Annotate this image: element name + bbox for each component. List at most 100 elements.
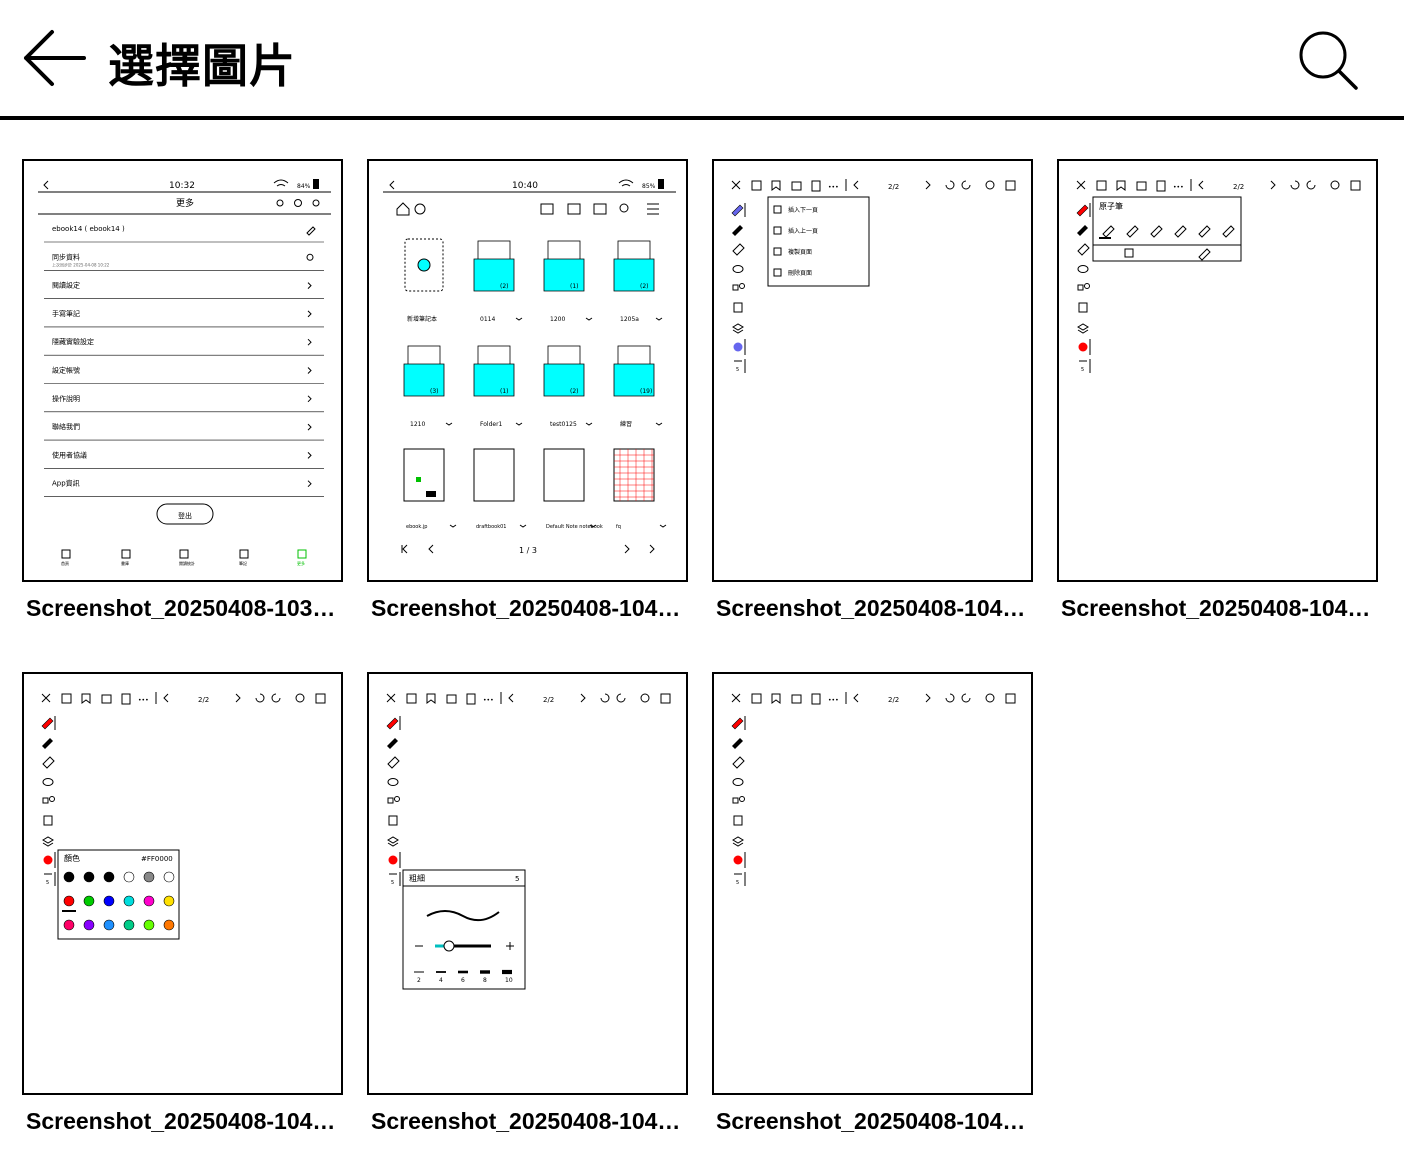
layout-icon [1005, 693, 1016, 704]
menu-icon [647, 203, 659, 215]
image-thumbnail[interactable]: ••• 2/2 5 插入下一頁 插入上一頁 複製頁面 刪除頁面 [712, 159, 1033, 582]
thumbnail-caption: Screenshot_20250408-103… [26, 595, 336, 621]
settings-row-label: 手寫筆記 [52, 309, 80, 318]
first-page-icon [401, 544, 408, 554]
image-thumbnail[interactable]: ••• 2/2 5 粗細 5 2 4 6 8 10 [367, 672, 688, 1095]
prev-page-icon [428, 544, 434, 554]
more-icon: ••• [483, 697, 494, 704]
sync-icon [1330, 180, 1340, 190]
nav-icon [297, 549, 307, 559]
color-swatch [143, 895, 155, 907]
export-icon [446, 694, 457, 704]
layers-icon [42, 836, 54, 847]
color-dot-icon [733, 855, 743, 865]
chevron-down-icon [585, 317, 593, 321]
thumbnail-preview: 10:32 84% 更多 ebook14 ( ebook14 ) 同步資料上次同步… [38, 179, 331, 566]
pen-icon [731, 204, 744, 217]
lasso-icon [732, 778, 744, 786]
sync-icon [640, 693, 650, 703]
nav-label: 筆記 [239, 560, 247, 566]
more-icon: ••• [828, 184, 839, 191]
folder-count: (1) [500, 388, 509, 395]
page-menu [767, 196, 870, 287]
image-thumbnail[interactable]: 10:32 84% 更多 ebook14 ( ebook14 ) 同步資料 上次同步… [22, 159, 343, 582]
close-icon [731, 180, 741, 190]
sync-icon [276, 199, 284, 207]
new-folder-icon [567, 203, 581, 215]
folder-count: (1) [570, 283, 579, 290]
thumbnail-caption: Screenshot_20250408-104… [1061, 595, 1371, 621]
color-swatch [123, 919, 135, 931]
color-hex: #FF0000 [141, 855, 173, 863]
undo-icon [1290, 180, 1300, 190]
chevron-right-icon [307, 338, 312, 346]
import-icon [593, 203, 607, 215]
settings-row-label: 聯絡我們 [52, 422, 80, 431]
size-option: 2 [417, 977, 421, 984]
chevron-right-icon [307, 282, 312, 289]
prev-page-icon [853, 180, 859, 190]
layout-icon [660, 693, 671, 704]
eraser-icon [732, 243, 745, 256]
chevron-down-icon [445, 422, 453, 426]
close-icon [41, 693, 51, 703]
svg-text:5: 5 [1081, 367, 1084, 373]
menu-item-label: 刪除頁面 [788, 269, 812, 277]
sort-icon [540, 203, 554, 215]
eraser-icon [42, 756, 55, 769]
color-swatch [83, 895, 95, 907]
chevron-left-icon [389, 180, 395, 190]
pen-panel-title: 原子筆 [1099, 201, 1123, 211]
close-icon [386, 693, 396, 703]
notebook-name: draftbook01 [476, 524, 506, 530]
chevron-right-icon [307, 367, 312, 374]
tile-label: 新增筆記本 [407, 315, 437, 323]
shape-icon [732, 284, 739, 291]
color-swatch [163, 871, 175, 883]
image-thumbnail[interactable]: ••• 2/2 5 顏色 #FF0000 [22, 672, 343, 1095]
page-indicator: 2/2 [888, 696, 899, 704]
image-thumbnail[interactable]: ••• 2/2 5 原子筆 [1057, 159, 1378, 582]
close-icon [1076, 180, 1086, 190]
search-icon [619, 203, 629, 213]
chevron-left-icon [43, 180, 49, 190]
bookmark-icon [771, 693, 781, 704]
thumbnail-caption: Screenshot_20250408-104… [371, 1108, 681, 1134]
folder-name: 1205a [620, 316, 639, 323]
color-swatch [83, 919, 95, 931]
shape-icon [1077, 284, 1084, 291]
image-thumbnail[interactable]: 10:40 85% 新增筆記本 (2) 0114 (1) 1200 (2) 1205a (3… [367, 159, 688, 582]
export-icon [791, 181, 802, 191]
logout-label: 登出 [178, 511, 192, 520]
next-page-icon [235, 693, 241, 703]
prev-page-icon [853, 693, 859, 703]
color-swatch [143, 919, 155, 931]
color-swatch [63, 919, 75, 931]
layout-icon [315, 693, 326, 704]
undo-icon [600, 693, 610, 703]
image-thumbnail[interactable]: ••• 2/2 5 [712, 672, 1033, 1095]
thumbnail-preview: ••• 2/2 5 插入下一頁插入上一頁複製頁面刪除頁面 [731, 179, 1016, 373]
size-option: 6 [461, 977, 465, 984]
thumbnail-preview: ••• 2/2 5 [731, 692, 1016, 886]
shape-icon [42, 797, 49, 804]
undo-icon [945, 180, 955, 190]
chevron-down-icon [659, 524, 667, 528]
arrow-left-icon[interactable] [22, 28, 86, 88]
size-option: 4 [439, 977, 443, 984]
folder-name: 練習 [620, 420, 632, 428]
page-indicator: 2/2 [543, 696, 554, 704]
next-page-icon [580, 693, 586, 703]
size-panel-title: 粗細 [409, 873, 425, 883]
redo-icon [961, 693, 971, 703]
search-icon[interactable] [1296, 28, 1360, 92]
note-toolbar: ••• 2/2 [1076, 179, 1361, 192]
note-sidebar: 5 [41, 716, 56, 886]
settings-row-label: 隱藏實驗設定 [52, 337, 94, 346]
prev-page-icon [508, 693, 514, 703]
folder-count: (3) [430, 388, 439, 395]
color-dot-icon [388, 855, 398, 865]
folder-count: (19) [640, 388, 652, 395]
layers-icon [387, 836, 399, 847]
color-swatch [63, 895, 75, 907]
